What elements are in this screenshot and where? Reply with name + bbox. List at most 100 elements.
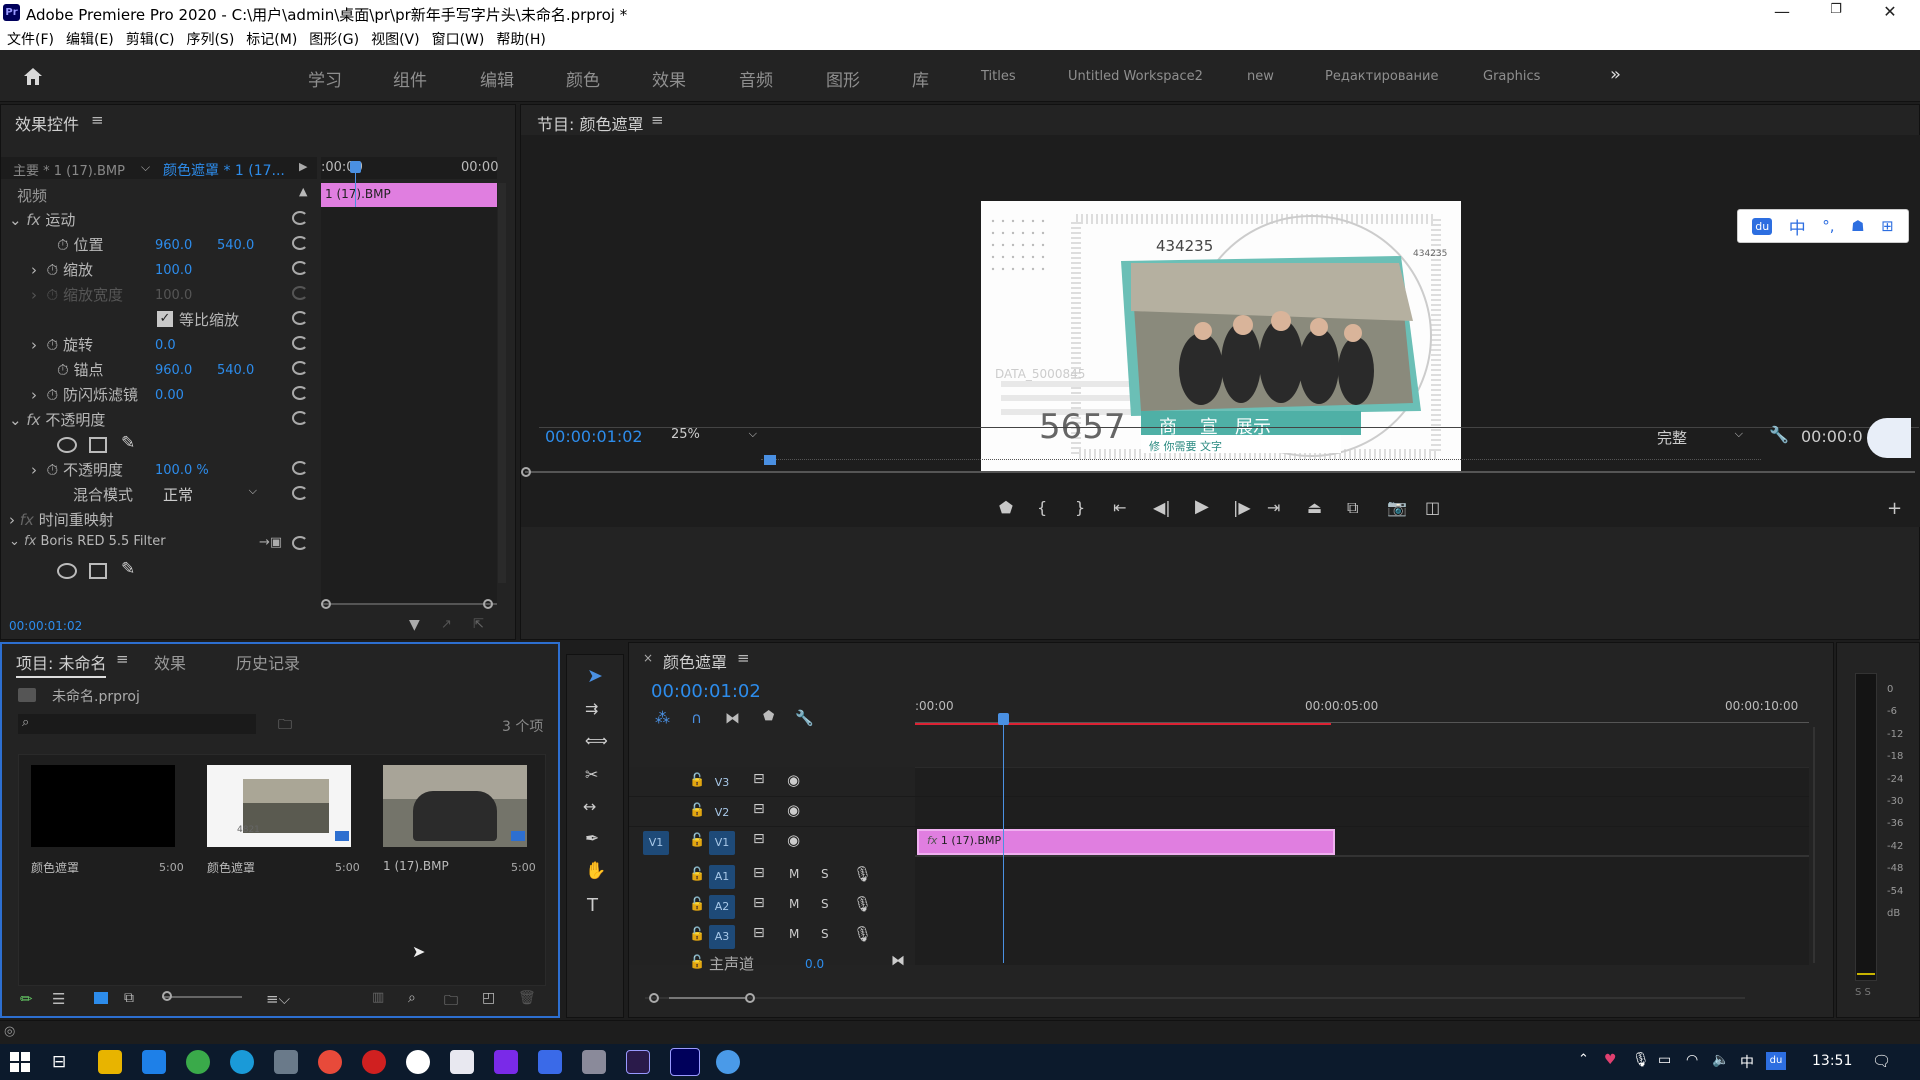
stopwatch-icon[interactable]: ⏱	[57, 236, 69, 254]
opacity-value[interactable]: 100.0 %	[155, 463, 209, 478]
workspace-tab-effects[interactable]: 效果	[652, 66, 686, 91]
timeline-settings-icon[interactable]: 🔧	[795, 709, 814, 727]
workspace-tab-titles[interactable]: Titles	[981, 69, 1016, 84]
close-tab-icon[interactable]: ×	[643, 651, 653, 665]
baidu-ime-icon[interactable]: du	[1752, 217, 1773, 235]
meter-solo-buttons[interactable]: S S	[1855, 987, 1871, 998]
reset-icon[interactable]	[292, 411, 308, 425]
timeline-sequence-title[interactable]: 颜色遮罩	[663, 649, 727, 673]
sync-lock-icon[interactable]: ⊟	[753, 925, 765, 941]
pen-tool-icon[interactable]: ✒	[585, 829, 599, 849]
find-icon[interactable]: ⌕	[408, 990, 416, 1006]
reset-icon[interactable]	[292, 261, 308, 275]
thumbnail-zoom-slider[interactable]	[162, 996, 242, 998]
microphone-icon[interactable]: 🎙	[853, 925, 872, 943]
list-view-icon[interactable]: ☰	[52, 990, 65, 1008]
workspace-tab-libraries[interactable]: 库	[912, 66, 929, 91]
app-gray-icon[interactable]	[274, 1050, 298, 1074]
project-search-input[interactable]: ⌕	[18, 714, 256, 734]
position-x-value[interactable]: 960.0	[155, 238, 192, 253]
tab-project[interactable]: 项目: 未命名	[16, 650, 107, 678]
uniform-scale-checkbox[interactable]: ✓	[157, 311, 173, 327]
tab-history[interactable]: 历史记录	[236, 650, 300, 674]
menu-help[interactable]: 帮助(H)	[496, 29, 545, 49]
comparison-view-icon[interactable]: ◫	[1425, 498, 1440, 517]
chrome-browser-icon[interactable]	[318, 1050, 342, 1074]
screen-recorder-icon[interactable]	[362, 1050, 386, 1074]
expand-arrow-icon[interactable]: ›	[31, 261, 37, 279]
expand-arrow-icon[interactable]: ›	[9, 511, 15, 529]
timeline-scroll-right[interactable]	[745, 993, 755, 1003]
project-item[interactable]: 1 (17).BMP 5:00	[371, 755, 546, 985]
snap-icon[interactable]: ∩	[691, 709, 702, 727]
menu-sequence[interactable]: 序列(S)	[186, 29, 234, 49]
solo-button[interactable]: S	[821, 867, 829, 881]
microphone-icon[interactable]: 🎙	[853, 895, 872, 913]
ripple-edit-tool-icon[interactable]: ⟺	[585, 731, 608, 750]
menu-edit[interactable]: 编辑(E)	[66, 29, 114, 49]
mute-button[interactable]: M	[789, 927, 799, 941]
zoom-handle-right[interactable]	[483, 599, 493, 609]
rectangle-mask-icon[interactable]	[89, 563, 107, 579]
collapse-up-icon[interactable]: ▲	[299, 185, 307, 198]
hand-tool-icon[interactable]: ✋	[585, 861, 606, 881]
ec-playhead-handle[interactable]	[350, 161, 361, 173]
project-item[interactable]: 颜色遮罩 5:00	[19, 755, 194, 985]
taskbar-ime-indicator[interactable]: 中	[1740, 1052, 1754, 1072]
stopwatch-icon[interactable]: ⏱	[47, 386, 59, 404]
panel-menu-icon[interactable]: ≡	[737, 649, 750, 667]
anchor-x-value[interactable]: 960.0	[155, 363, 192, 378]
freeform-view-icon[interactable]: ⧉	[124, 990, 134, 1006]
workspace-tab-color[interactable]: 颜色	[566, 66, 600, 91]
source-patch-v1[interactable]: V1	[643, 831, 669, 855]
fx-icon[interactable]: fx	[26, 211, 40, 229]
tray-app-icon[interactable]: ♥	[1604, 1052, 1617, 1068]
workspace-tab-assembly[interactable]: 组件	[393, 66, 427, 91]
sync-lock-icon[interactable]: ⊟	[753, 771, 765, 787]
program-monitor-title[interactable]: 节目: 颜色遮罩	[537, 111, 643, 135]
scroll-handle-left[interactable]	[521, 467, 531, 477]
scale-value[interactable]: 100.0	[155, 263, 192, 278]
close-icon[interactable]: ✕	[1878, 2, 1902, 24]
play-arrow-icon[interactable]: ▶	[299, 160, 307, 173]
lock-icon[interactable]: 🔓	[689, 773, 705, 788]
assistant-float-icon[interactable]	[1867, 418, 1911, 458]
sync-lock-icon[interactable]: ⊟	[753, 831, 765, 847]
mute-button[interactable]: M	[789, 897, 799, 911]
workspace-tab-graphics-cn[interactable]: 图形	[826, 66, 860, 91]
sync-lock-icon[interactable]: ⊟	[753, 895, 765, 911]
status-render-icon[interactable]: ◎	[4, 1024, 15, 1039]
rotation-value[interactable]: 0.0	[155, 338, 176, 353]
project-item[interactable]: 4821 颜色遮罩 5:00	[195, 755, 370, 985]
workspace-tab-learn[interactable]: 学习	[308, 66, 342, 91]
microphone-tray-icon[interactable]: 🎙	[1632, 1052, 1650, 1068]
reset-icon[interactable]	[292, 536, 308, 550]
eye-icon[interactable]: ◉	[787, 831, 800, 849]
reset-icon[interactable]	[292, 336, 308, 350]
lock-icon[interactable]: 🔓	[689, 897, 705, 912]
nest-icon[interactable]: ⁂	[655, 709, 670, 727]
reset-icon[interactable]	[292, 311, 308, 325]
step-back-icon[interactable]: ◀|	[1153, 498, 1171, 517]
reset-icon[interactable]	[292, 461, 308, 475]
timeline-ruler[interactable]	[915, 715, 1809, 723]
timeline-playhead[interactable]	[1003, 719, 1004, 963]
app-white-icon[interactable]	[406, 1050, 430, 1074]
home-icon[interactable]	[22, 66, 44, 86]
mark-out-icon[interactable]: }	[1075, 498, 1085, 517]
track-label-a2[interactable]: A2	[709, 895, 735, 919]
lift-icon[interactable]: ⏏	[1307, 498, 1322, 517]
restore-icon[interactable]: ❐	[1824, 2, 1848, 24]
premiere-taskbar-icon[interactable]	[670, 1048, 700, 1076]
reset-icon[interactable]	[292, 386, 308, 400]
slip-tool-icon[interactable]: ↔	[583, 797, 596, 816]
zoom-slider-handle[interactable]	[162, 991, 172, 1001]
panel-menu-icon[interactable]: ≡	[91, 111, 104, 129]
menu-clip[interactable]: 剪辑(C)	[126, 29, 175, 49]
menu-graphics[interactable]: 图形(G)	[309, 29, 359, 49]
ec-clip-bar[interactable]: 1 (17).BMP	[321, 183, 497, 207]
workspace-tab-russian-editing[interactable]: Редактирование	[1325, 69, 1438, 84]
chevron-down-icon[interactable]: ⌵	[141, 160, 150, 175]
add-marker-icon[interactable]: ⬟	[999, 498, 1013, 517]
stopwatch-icon[interactable]: ⏱	[47, 261, 59, 279]
